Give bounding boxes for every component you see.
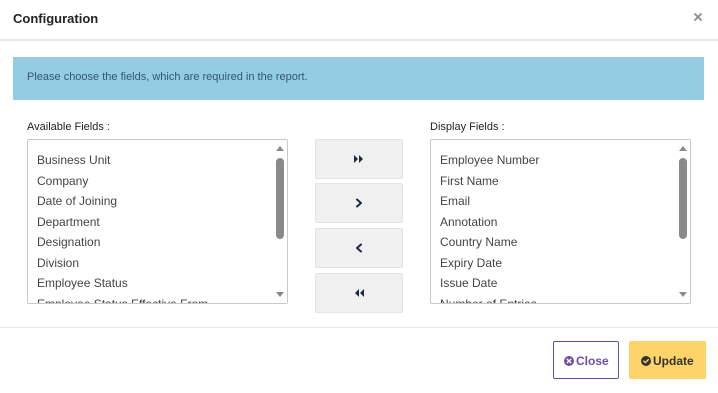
scroll-up-arrow-icon[interactable] xyxy=(679,146,687,151)
info-message: Please choose the fields, which are requ… xyxy=(27,71,308,83)
list-item[interactable]: First Name xyxy=(431,171,676,192)
move-all-left-button[interactable] xyxy=(315,273,403,313)
close-button[interactable]: Close xyxy=(553,341,619,379)
display-scrollbar[interactable] xyxy=(676,140,690,303)
configuration-dialog: Configuration Please choose the fields, … xyxy=(0,0,718,393)
check-circle-icon xyxy=(641,355,651,369)
scroll-down-arrow-icon[interactable] xyxy=(679,292,687,297)
double-chevron-right-icon xyxy=(354,155,363,163)
chevron-right-icon xyxy=(356,198,362,208)
list-item[interactable]: Number of Entries xyxy=(431,294,676,304)
list-item[interactable]: Company xyxy=(28,171,273,192)
list-item[interactable]: Business Unit xyxy=(28,150,273,171)
chevron-left-icon xyxy=(356,243,362,253)
list-item[interactable]: Employee Status xyxy=(28,273,273,294)
list-item[interactable]: Division xyxy=(28,253,273,274)
scroll-down-arrow-icon[interactable] xyxy=(276,292,284,297)
available-scrollbar[interactable] xyxy=(273,140,287,303)
double-chevron-left-icon xyxy=(355,289,364,297)
update-button[interactable]: Update xyxy=(629,341,706,379)
close-button-label: Close xyxy=(576,354,609,368)
display-fields-label: Display Fields : xyxy=(430,121,505,133)
update-button-label: Update xyxy=(653,354,694,368)
scroll-up-arrow-icon[interactable] xyxy=(276,146,284,151)
available-fields-label: Available Fields : xyxy=(27,121,110,133)
list-item[interactable]: Designation xyxy=(28,232,273,253)
times-circle-icon xyxy=(564,355,574,369)
scroll-thumb[interactable] xyxy=(276,158,284,239)
scroll-thumb[interactable] xyxy=(679,158,687,239)
list-item[interactable]: Employee Number xyxy=(431,150,676,171)
footer-divider xyxy=(0,327,718,328)
available-fields-items: Business Unit Company Date of Joining De… xyxy=(28,150,273,304)
display-fields-list[interactable]: Employee Number First Name Email Annotat… xyxy=(430,139,691,304)
list-item[interactable]: Country Name xyxy=(431,232,676,253)
list-item[interactable]: Email xyxy=(431,191,676,212)
move-all-right-button[interactable] xyxy=(315,139,403,179)
dialog-title: Configuration xyxy=(13,11,99,26)
list-item[interactable]: Employee Status Effective From xyxy=(28,294,273,304)
available-fields-list[interactable]: Business Unit Company Date of Joining De… xyxy=(27,139,288,304)
move-right-button[interactable] xyxy=(315,183,403,223)
list-item[interactable]: Issue Date xyxy=(431,273,676,294)
display-fields-items: Employee Number First Name Email Annotat… xyxy=(431,150,676,304)
list-item[interactable]: Date of Joining xyxy=(28,191,273,212)
list-item[interactable]: Expiry Date xyxy=(431,253,676,274)
list-item[interactable]: Department xyxy=(28,212,273,233)
move-left-button[interactable] xyxy=(315,228,403,268)
dialog-header: Configuration xyxy=(0,0,718,41)
list-item[interactable]: Annotation xyxy=(431,212,676,233)
info-banner: Please choose the fields, which are requ… xyxy=(13,57,704,100)
close-icon[interactable] xyxy=(693,12,705,26)
